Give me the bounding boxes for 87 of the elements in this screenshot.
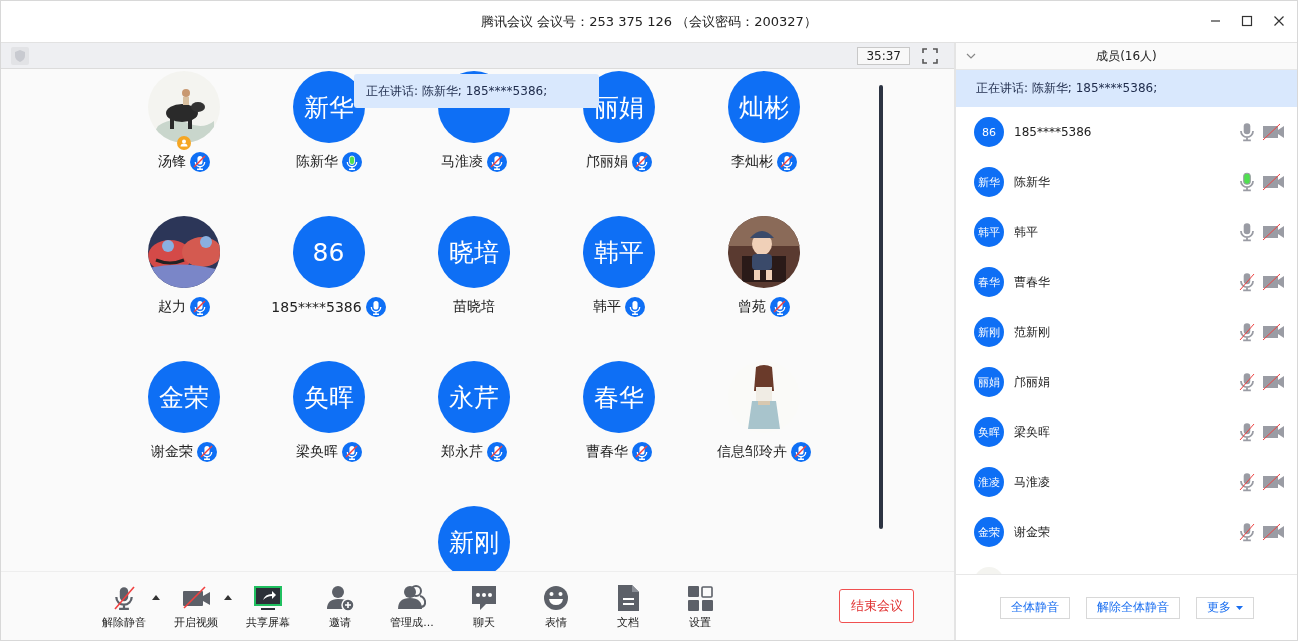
participant-name: 曾苑 — [737, 298, 766, 316]
video-off-icon[interactable] — [1263, 172, 1285, 192]
avatar: 86 — [974, 117, 1004, 147]
chevron-down-icon[interactable] — [966, 53, 976, 59]
member-name: 韩平 — [1014, 223, 1038, 241]
window-title: 腾讯会议 会议号：253 375 126 （会议密码：200327） — [481, 12, 817, 31]
member-name: 邝丽娟 — [1014, 373, 1050, 391]
mic-icon[interactable] — [1237, 171, 1257, 193]
speaking-banner: 正在讲话: 陈新华; 185****5386; — [956, 70, 1297, 107]
toolbar-button[interactable]: 邀请 — [304, 576, 376, 636]
toolbar-button[interactable]: 文档 — [592, 576, 664, 636]
toolbar-button[interactable]: 聊天 — [448, 576, 520, 636]
maximize-icon[interactable] — [1241, 15, 1253, 27]
participant-name: 曹春华 — [585, 443, 628, 461]
muted-mic-icon[interactable] — [1237, 521, 1257, 543]
toolbar-button[interactable]: 设置 — [664, 576, 736, 636]
avatar: 86 — [292, 216, 365, 288]
toolbar-button[interactable]: 表情 — [520, 576, 592, 636]
participant-name: 邝丽娟 — [585, 153, 628, 171]
toolbar-button[interactable]: 管理成... — [376, 576, 448, 636]
video-off-icon[interactable] — [1263, 222, 1285, 242]
participant-name: 赵力 — [157, 298, 186, 316]
avatar: 春华 — [974, 267, 1004, 297]
avatar: 韩平 — [582, 216, 655, 288]
avatar: 新华 — [292, 71, 365, 143]
participant-name: 苗晓培 — [452, 298, 495, 316]
member-name: 范新刚 — [1014, 323, 1050, 341]
member-name: 梁奂晖 — [1014, 423, 1050, 441]
avatar: 淮凌 — [974, 467, 1004, 497]
video-off-icon[interactable] — [1263, 372, 1285, 392]
video-off-icon[interactable] — [1263, 472, 1285, 492]
muted-mic-icon[interactable] — [1237, 271, 1257, 293]
member-name: 马淮凌 — [1014, 473, 1050, 491]
scrollbar[interactable] — [879, 85, 883, 529]
video-off-icon[interactable] — [1263, 122, 1285, 142]
avatar: 新华 — [974, 167, 1004, 197]
mic-icon[interactable] — [1237, 221, 1257, 243]
video-off-icon[interactable] — [1263, 522, 1285, 542]
video-off-icon[interactable] — [1263, 322, 1285, 342]
participant-name: 马淮凌 — [440, 153, 483, 171]
caret-icon[interactable] — [224, 594, 232, 600]
avatar: 丽娟 — [974, 367, 1004, 397]
participant-name: 汤锋 — [157, 153, 186, 171]
muted-mic-icon[interactable] — [1237, 321, 1257, 343]
avatar: 奂晖 — [974, 417, 1004, 447]
toolbar-button[interactable]: 共享屏幕 — [232, 576, 304, 636]
participant-name: 陈新华 — [295, 153, 338, 171]
muted-mic-icon[interactable] — [1237, 421, 1257, 443]
member-name: 陈新华 — [1014, 173, 1050, 191]
call-timer: 35:37 — [857, 46, 910, 65]
avatar: 韩平 — [974, 217, 1004, 247]
avatar: 永芹 — [437, 361, 510, 433]
toolbar-button[interactable]: 开启视频 — [160, 576, 232, 636]
end-meeting-button[interactable]: 结束会议 — [839, 589, 914, 623]
mic-icon[interactable] — [1237, 121, 1257, 143]
participant-name: 185****5386 — [271, 299, 362, 315]
avatar: 春华 — [582, 361, 655, 433]
muted-mic-icon[interactable] — [1237, 471, 1257, 493]
speaking-tooltip: 正在讲话: 陈新华; 185****5386; — [354, 74, 599, 108]
participant-name: 郑永芹 — [440, 443, 483, 461]
caret-icon[interactable] — [152, 594, 160, 600]
panel-button[interactable]: 更多 — [1195, 596, 1254, 619]
avatar: 灿彬 — [727, 71, 800, 143]
participant-name: 谢金荣 — [150, 443, 193, 461]
fullscreen-icon[interactable] — [922, 47, 938, 64]
toolbar-button[interactable]: 解除静音 — [88, 576, 160, 636]
member-name: 谢金荣 — [1014, 523, 1050, 541]
video-off-icon[interactable] — [1263, 422, 1285, 442]
member-name: 曹春华 — [1014, 273, 1050, 291]
avatar: 金荣 — [974, 517, 1004, 547]
shield-icon — [14, 48, 26, 63]
panel-button[interactable]: 解除全体静音 — [1085, 596, 1180, 619]
muted-mic-icon[interactable] — [1237, 371, 1257, 393]
avatar: 新刚 — [974, 317, 1004, 347]
avatar: 新刚 — [437, 506, 510, 571]
avatar: 晓培 — [437, 216, 510, 288]
avatar: 金荣 — [147, 361, 220, 433]
participant-name: 韩平 — [592, 298, 621, 316]
avatar: 奂晖 — [292, 361, 365, 433]
participant-name: 李灿彬 — [730, 153, 773, 171]
member-name: 185****5386 — [1014, 125, 1092, 139]
participant-name: 信息邹玲卉 — [716, 443, 787, 461]
panel-title: 成员(16人) — [1096, 47, 1157, 65]
participant-name: 梁奂晖 — [295, 443, 338, 461]
panel-button[interactable]: 全体静音 — [999, 596, 1070, 619]
video-off-icon[interactable] — [1263, 272, 1285, 292]
close-icon[interactable] — [1273, 15, 1285, 27]
